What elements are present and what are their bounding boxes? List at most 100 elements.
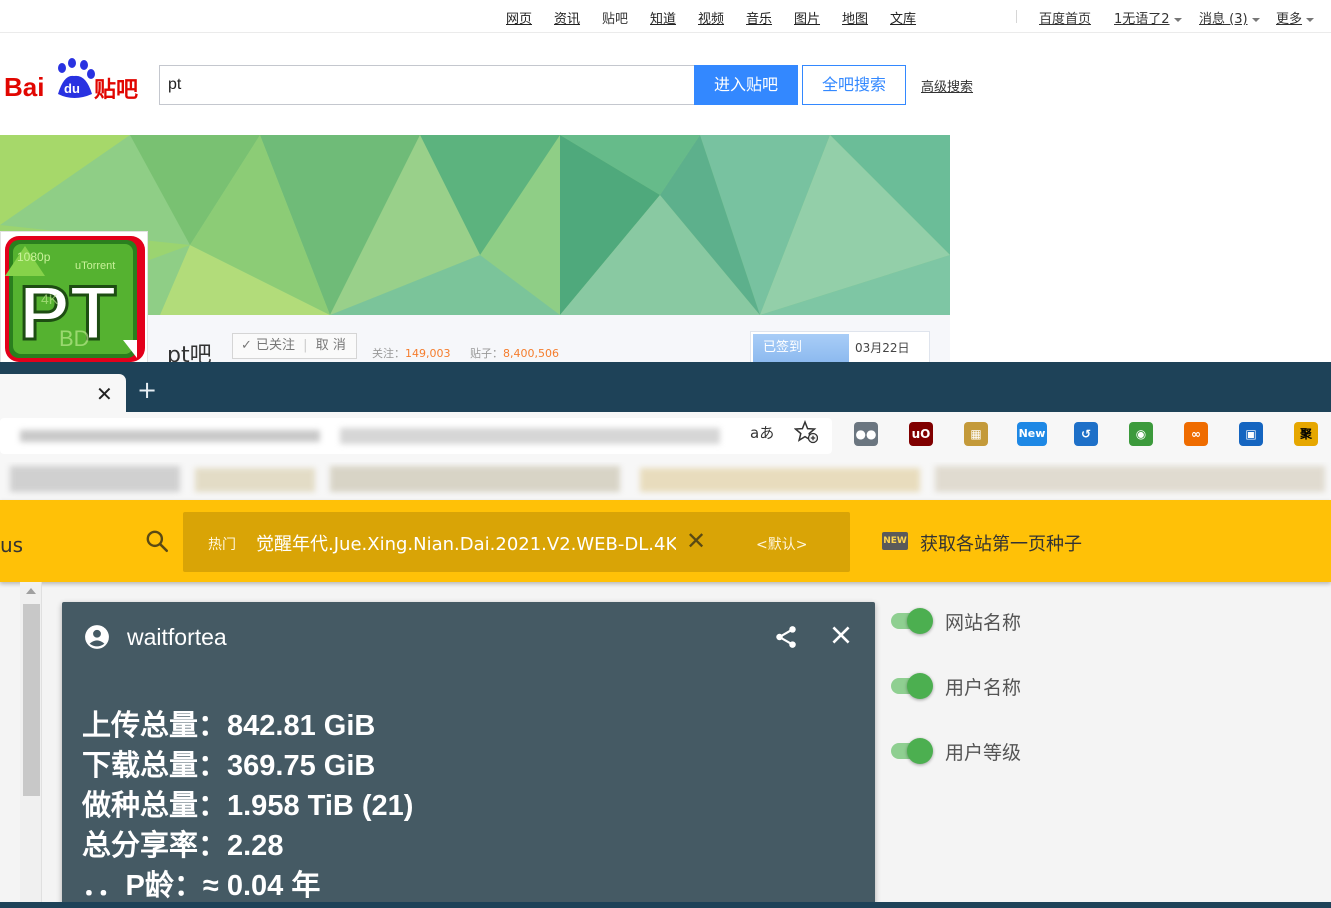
bookmark-redacted[interactable] (10, 466, 180, 492)
stat-seeding-total: 做种总量：1.958 TiB (21) (82, 790, 414, 822)
card-username: waitfortea (127, 624, 227, 650)
posts-label: 贴子： (470, 347, 503, 360)
svg-text:Bai: Bai (4, 72, 44, 102)
svg-text:BD: BD (59, 326, 90, 351)
stat-upload-total: 上传总量：842.81 GiB (82, 710, 376, 742)
nav-link-map[interactable]: 地图 (842, 8, 868, 27)
nav-link-wenku[interactable]: 文库 (890, 8, 916, 27)
account-circle-icon (85, 625, 109, 649)
stat-account-age: ．．P龄：≈ 0.04 年 (82, 870, 321, 902)
top-navigation: 网页 资讯 贴吧 知道 视频 音乐 图片 地图 文库 百度首页 1无语了2 消息… (0, 0, 1331, 33)
globe-extension-icon[interactable]: ◉ (1129, 422, 1153, 446)
scroll-up-arrow-icon[interactable] (26, 588, 36, 594)
bookmarks-bar (0, 462, 1331, 500)
option-label: 用户等级 (945, 742, 1022, 764)
bookmark-redacted[interactable] (330, 466, 620, 492)
ublock-extension-icon[interactable]: uO (909, 422, 933, 446)
chevron-down-icon (1251, 17, 1260, 22)
posts-count: 8,400,506 (503, 347, 559, 360)
svg-text:uTorrent: uTorrent (75, 260, 115, 272)
bookmark-redacted[interactable] (195, 468, 315, 492)
followed-label: ✓ 已关注 (241, 338, 296, 353)
bookmark-redacted[interactable] (935, 466, 1325, 492)
trello-extension-icon[interactable]: ▣ (1239, 422, 1263, 446)
share-icon[interactable] (773, 624, 799, 650)
baidu-tieba-logo[interactable]: Bai du 贴吧 (4, 56, 144, 103)
baidu-paw-icon: Bai du 贴吧 (4, 58, 138, 103)
nav-link-tieba[interactable]: 贴吧 (602, 8, 628, 27)
follow-divider: | (303, 338, 308, 353)
close-tab-icon[interactable]: ✕ (96, 382, 113, 406)
nav-link-news[interactable]: 资讯 (554, 8, 580, 27)
toolbar-title-fragment: us (0, 533, 24, 557)
stat-share-ratio: 总分享率：2.28 (82, 830, 284, 862)
search-all-forums-button[interactable]: 全吧搜索 (802, 65, 906, 105)
svg-text:du: du (64, 81, 80, 96)
svg-text:贴吧: 贴吧 (94, 77, 138, 102)
new-tab-icon[interactable]: + (137, 376, 157, 404)
more-menu[interactable]: 更多 (1276, 8, 1315, 27)
option-label: 网站名称 (945, 612, 1022, 634)
infinity-extension-icon[interactable]: ∞ (1184, 422, 1208, 446)
pt-logo-image: PT 1080p uTorrent 4K BD (5, 236, 145, 362)
follow-toggle-button[interactable]: ✓ 已关注 | 取 消 (232, 333, 357, 359)
address-bar[interactable] (0, 418, 832, 454)
ju-extension-icon[interactable]: 聚 (1294, 422, 1318, 446)
nav-link-images[interactable]: 图片 (794, 8, 820, 27)
nav-divider (1016, 10, 1017, 23)
browser-toolbar: aあ ●● uO ▦ New ↺ ◉ ∞ ▣ 聚 (0, 412, 1331, 467)
tv-extension-icon[interactable]: ▦ (964, 422, 988, 446)
enter-forum-button[interactable]: 进入贴吧 (694, 65, 798, 105)
hot-label: 热门 (208, 537, 236, 553)
search-solution-selector[interactable]: <默认> (756, 534, 807, 554)
nav-link-web[interactable]: 网页 (506, 8, 532, 27)
more-label: 更多 (1276, 12, 1303, 27)
user-stats-card: waitfortea 上传总量：842.81 GiB 下载总量：369.75 G… (62, 602, 875, 908)
sign-in-date: 03月22日 (855, 341, 910, 355)
toggle-knob[interactable] (907, 608, 933, 634)
read-aloud-icon[interactable]: aあ (750, 422, 774, 443)
svg-text:4K: 4K (41, 291, 59, 307)
address-text-redacted (20, 430, 320, 442)
scrollbar[interactable] (20, 582, 42, 908)
chevron-down-icon (1306, 17, 1315, 22)
toggle-knob[interactable] (907, 738, 933, 764)
nav-link-zhidao[interactable]: 知道 (650, 8, 676, 27)
new-extension-icon[interactable]: New (1017, 422, 1047, 446)
tieba-search-input[interactable]: pt (159, 65, 695, 105)
browser-window: ✕ + aあ ●● uO ▦ New ↺ ◉ ∞ ▣ 聚 us 热门 觉醒年代.… (0, 362, 1331, 908)
close-icon[interactable] (828, 622, 854, 648)
forum-avatar[interactable]: PT 1080p uTorrent 4K BD (0, 231, 148, 365)
pt-plugin-page: us 热门 觉醒年代.Jue.Xing.Nian.Dai.2021.V2.WEB… (0, 500, 1331, 908)
taskbar-strip (0, 902, 1331, 908)
scrollbar-thumb[interactable] (23, 604, 40, 796)
messages-menu[interactable]: 消息 (3) (1199, 8, 1260, 27)
messages-label: 消息 (3) (1199, 12, 1248, 27)
ghostery-extension-icon[interactable]: ●● (854, 422, 878, 446)
address-text-redacted (340, 428, 720, 444)
unfollow-link[interactable]: 取 消 (316, 338, 346, 353)
bookmark-redacted[interactable] (640, 468, 920, 492)
stat-download-total: 下载总量：369.75 GiB (82, 750, 376, 782)
new-badge-icon: NEW (882, 532, 908, 550)
nav-link-video[interactable]: 视频 (698, 8, 724, 27)
followers-count: 149,003 (405, 347, 451, 360)
nav-link-music[interactable]: 音乐 (746, 8, 772, 27)
user-menu[interactable]: 1无语了2 (1114, 8, 1182, 27)
clear-search-icon[interactable]: ✕ (686, 527, 706, 555)
torrent-search-field[interactable]: 热门 觉醒年代.Jue.Xing.Nian.Dai.2021.V2.WEB-DL… (183, 512, 850, 572)
baidu-home-link[interactable]: 百度首页 (1039, 8, 1091, 27)
search-icon[interactable] (144, 528, 170, 554)
fetch-first-page-button[interactable]: 获取各站第一页种子 (920, 530, 1082, 556)
user-menu-label: 1无语了2 (1114, 12, 1170, 27)
advanced-search-link[interactable]: 高级搜索 (921, 76, 973, 95)
search-query[interactable]: 觉醒年代.Jue.Xing.Nian.Dai.2021.V2.WEB-DL.4K (256, 530, 676, 556)
toggle-knob[interactable] (907, 673, 933, 699)
followers-label: 关注： (372, 347, 405, 360)
option-label: 用户名称 (945, 677, 1022, 699)
add-favorite-icon[interactable] (794, 420, 818, 444)
forum-stats: 关注：149,003 贴子：8,400,506 (372, 345, 575, 361)
history-extension-icon[interactable]: ↺ (1074, 422, 1098, 446)
sign-in-box: 已签到 03月22日 (750, 331, 930, 366)
plugin-toolbar: us 热门 觉醒年代.Jue.Xing.Nian.Dai.2021.V2.WEB… (0, 500, 1331, 582)
